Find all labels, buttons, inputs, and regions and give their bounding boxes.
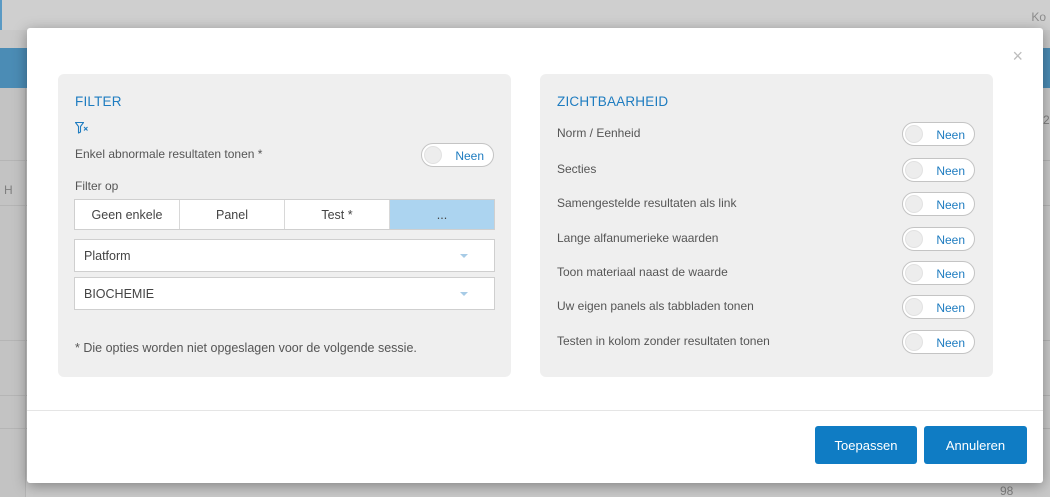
toggle-knob <box>905 195 923 213</box>
session-footnote: * Die opties worden niet opgeslagen voor… <box>75 341 417 355</box>
toggle-knob <box>424 146 442 164</box>
toggle-label: Neen <box>936 128 965 142</box>
visibility-toggle-composite-link[interactable]: Neen <box>902 192 975 216</box>
filter-title: FILTER <box>75 94 122 109</box>
toggle-knob <box>905 125 923 143</box>
chevron-down-icon <box>460 292 468 296</box>
platform-select[interactable]: Platform <box>74 239 495 272</box>
toggle-knob <box>905 298 923 316</box>
segment-none[interactable]: Geen enkele <box>75 200 180 229</box>
visibility-panel: ZICHTBAARHEID Norm / Eenheid Neen Sectie… <box>540 74 993 377</box>
settings-modal: × FILTER Enkel abnormale resultaten tone… <box>27 28 1043 483</box>
toggle-knob <box>905 230 923 248</box>
toggle-knob <box>905 264 923 282</box>
toggle-label: Neen <box>455 149 484 163</box>
background-edge-text: H <box>4 183 13 197</box>
filter-on-label: Filter op <box>75 179 119 193</box>
toggle-knob <box>905 161 923 179</box>
visibility-toggle-panels-as-tabs[interactable]: Neen <box>902 295 975 319</box>
toggle-label: Neen <box>936 233 965 247</box>
visibility-toggle-sections[interactable]: Neen <box>902 158 975 182</box>
visibility-toggle-material[interactable]: Neen <box>902 261 975 285</box>
background-topbar <box>0 0 1050 30</box>
cancel-button[interactable]: Annuleren <box>924 426 1027 464</box>
section-select-value: BIOCHEMIE <box>84 287 155 301</box>
toggle-label: Neen <box>936 301 965 315</box>
apply-button[interactable]: Toepassen <box>815 426 917 464</box>
visibility-toggle-long-alphanumeric[interactable]: Neen <box>902 227 975 251</box>
toggle-label: Neen <box>936 336 965 350</box>
abnormal-results-label: Enkel abnormale resultaten tonen * <box>75 147 263 161</box>
visibility-toggle-tests-without-results[interactable]: Neen <box>902 330 975 354</box>
platform-select-value: Platform <box>84 249 131 263</box>
toggle-knob <box>905 333 923 351</box>
visibility-toggle-norm-unit[interactable]: Neen <box>902 122 975 146</box>
filter-panel: FILTER Enkel abnormale resultaten tonen … <box>58 74 511 377</box>
background-edge-text: 98 <box>1000 484 1014 497</box>
toggle-label: Neen <box>936 198 965 212</box>
segment-test[interactable]: Test * <box>285 200 390 229</box>
footer-divider <box>27 410 1043 411</box>
abnormal-results-toggle[interactable]: Neen <box>421 143 494 167</box>
visibility-label-tests-without-results: Testen in kolom zonder resultaten tonen <box>557 334 770 348</box>
visibility-label-composite-link: Samengestelde resultaten als link <box>557 196 737 210</box>
background-edge-text: 2 <box>1043 113 1050 127</box>
visibility-title: ZICHTBAARHEID <box>557 94 669 109</box>
visibility-label-panels-as-tabs: Uw eigen panels als tabbladen tonen <box>557 299 754 313</box>
close-button[interactable]: × <box>1012 47 1023 65</box>
segment-more[interactable]: ... <box>390 200 494 229</box>
filter-type-segmented-control: Geen enkele Panel Test * ... <box>74 199 495 230</box>
segment-panel[interactable]: Panel <box>180 200 285 229</box>
visibility-label-material: Toon materiaal naast de waarde <box>557 265 728 279</box>
background-left-column <box>0 88 26 497</box>
chevron-down-icon <box>460 254 468 258</box>
filter-clear-icon[interactable] <box>75 122 88 134</box>
toggle-label: Neen <box>936 267 965 281</box>
visibility-label-sections: Secties <box>557 162 597 176</box>
background-user-label: Ko <box>1031 10 1046 24</box>
visibility-label-long-alphanumeric: Lange alfanumerieke waarden <box>557 231 719 245</box>
section-select[interactable]: BIOCHEMIE <box>74 277 495 310</box>
toggle-label: Neen <box>936 164 965 178</box>
visibility-label-norm-unit: Norm / Eenheid <box>557 126 641 140</box>
